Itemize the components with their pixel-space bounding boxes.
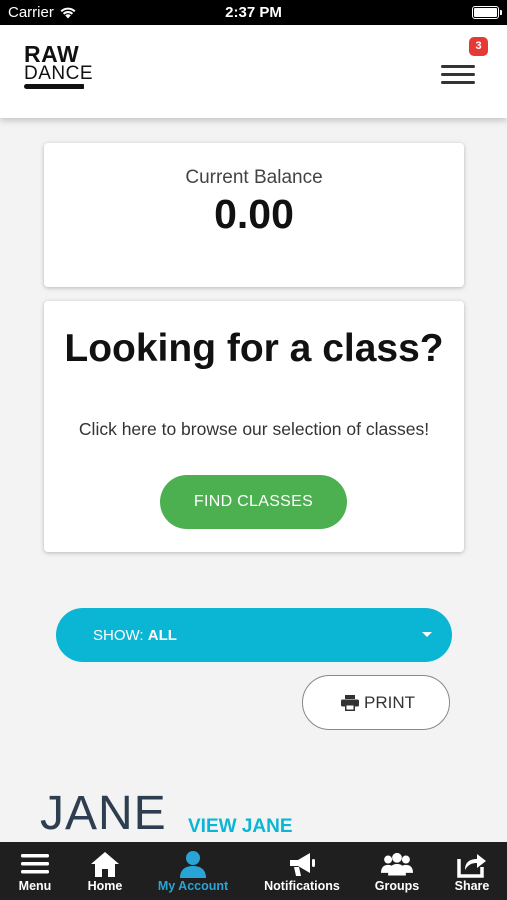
show-filter-label: SHOW: ALL: [93, 627, 177, 644]
tab-label: Groups: [374, 879, 420, 893]
notification-badge: 3: [469, 37, 488, 56]
tab-label: Share: [454, 879, 490, 893]
app-header: RAW DANCE: [0, 25, 507, 118]
tab-groups[interactable]: Groups: [366, 842, 428, 900]
tab-share[interactable]: Share: [442, 842, 502, 900]
home-icon: [91, 852, 119, 877]
member-name: JANE: [40, 787, 167, 840]
hamburger-icon-bar: [441, 81, 475, 84]
view-member-link[interactable]: VIEW JANE: [188, 816, 293, 838]
tab-label: Home: [87, 879, 123, 893]
tab-my-account[interactable]: My Account: [150, 842, 236, 900]
balance-value: 0.00: [214, 191, 294, 237]
user-icon: [180, 851, 206, 878]
raw-dance-logo[interactable]: RAW DANCE: [24, 43, 96, 95]
group-icon: [381, 852, 413, 876]
balance-label: Current Balance: [185, 167, 323, 188]
battery-icon: [472, 6, 502, 19]
printer-icon: [341, 695, 359, 711]
logo-text-top: RAW: [24, 41, 80, 67]
logo-text-bottom: DANCE: [24, 63, 94, 84]
logo-swoosh: [24, 84, 84, 89]
status-bar: Carrier 2:37 PM: [0, 0, 507, 25]
show-filter-value: ALL: [147, 627, 177, 644]
tab-home[interactable]: Home: [74, 842, 136, 900]
caret-down-icon: [422, 632, 432, 637]
print-button[interactable]: PRINT: [302, 675, 450, 730]
tab-label: Menu: [18, 879, 52, 893]
hamburger-icon: [21, 854, 49, 874]
bottom-tab-bar: Menu Home My Account Notifications Group…: [0, 842, 507, 900]
tab-label: Notifications: [264, 879, 340, 893]
megaphone-icon: [290, 853, 315, 876]
find-class-card[interactable]: Looking for a class? Click here to brows…: [44, 301, 464, 552]
tab-menu[interactable]: Menu: [4, 842, 66, 900]
find-class-title: Looking for a class?: [64, 327, 444, 370]
share-icon: [457, 854, 486, 878]
tab-notifications[interactable]: Notifications: [256, 842, 348, 900]
print-label: PRINT: [364, 693, 415, 712]
hamburger-icon: [441, 65, 475, 68]
balance-card: Current Balance 0.00: [44, 143, 464, 287]
show-filter-prefix: SHOW:: [93, 627, 144, 644]
clock: 2:37 PM: [225, 4, 282, 21]
find-class-subtitle: Click here to browse our selection of cl…: [78, 419, 430, 439]
show-filter-select[interactable]: SHOW: ALL: [56, 608, 452, 662]
hamburger-menu-button[interactable]: [438, 55, 478, 91]
tab-label: My Account: [157, 879, 229, 893]
hamburger-icon-bar: [441, 73, 475, 76]
find-classes-button[interactable]: FIND CLASSES: [160, 475, 347, 529]
